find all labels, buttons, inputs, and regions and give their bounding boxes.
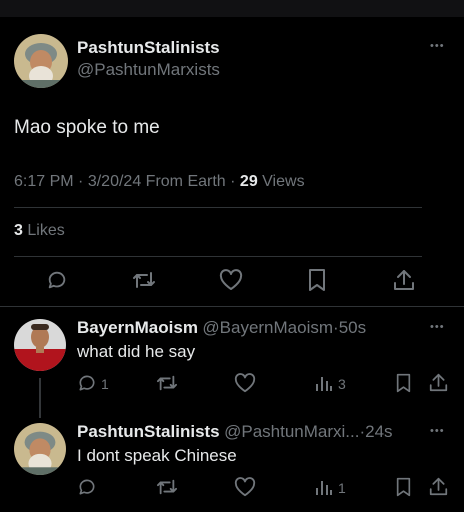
retweet-icon[interactable]: [156, 373, 178, 393]
likes-summary[interactable]: 3 Likes: [14, 222, 65, 240]
reply-icon[interactable]: [77, 373, 97, 393]
author-name[interactable]: PashtunStalinists: [77, 422, 220, 441]
retweet-icon[interactable]: [156, 477, 178, 497]
author-handle[interactable]: @BayernMaoism: [202, 318, 333, 337]
thread-line: [39, 378, 41, 418]
like-icon[interactable]: [219, 269, 243, 291]
retweet-icon[interactable]: [132, 269, 156, 291]
views-count: 3: [338, 376, 346, 392]
reply-text: I dont speak Chinese: [77, 446, 237, 465]
tweet-time: 6:17 PM: [14, 173, 74, 190]
views-count: 1: [338, 480, 346, 496]
avatar[interactable]: [14, 34, 68, 88]
likes-label: Likes: [27, 222, 65, 239]
views-count: 29: [239, 173, 258, 190]
divider: [0, 306, 464, 307]
tweet-date[interactable]: 3/20/24: [88, 173, 141, 190]
share-icon[interactable]: [393, 268, 415, 292]
like-icon[interactable]: [234, 477, 256, 497]
bookmark-icon[interactable]: [307, 268, 327, 292]
bookmark-icon[interactable]: [395, 373, 412, 393]
author-name[interactable]: BayernMaoism: [77, 318, 198, 337]
more-icon[interactable]: •••: [430, 322, 445, 333]
likes-count: 3: [14, 222, 23, 239]
time-ago[interactable]: ·50s: [333, 318, 366, 337]
separator: ·: [230, 173, 236, 190]
more-icon[interactable]: •••: [430, 426, 445, 437]
reply-icon[interactable]: [77, 477, 97, 497]
more-icon[interactable]: •••: [430, 41, 445, 52]
reply-count: 1: [101, 376, 109, 392]
separator: ·: [78, 173, 84, 190]
tweet-meta: 6:17 PM · 3/20/24 From Earth · 29 Views: [14, 173, 305, 191]
avatar[interactable]: [14, 423, 66, 475]
top-bar: [0, 0, 464, 17]
reply-header: PashtunStalinists @PashtunMarxi...·24s: [77, 422, 393, 442]
bookmark-icon[interactable]: [395, 477, 412, 497]
views-icon[interactable]: [315, 478, 333, 496]
reply-icon[interactable]: [46, 269, 68, 291]
tweet-text: Mao spoke to me: [14, 117, 160, 138]
author-handle[interactable]: @PashtunMarxists: [77, 60, 220, 80]
views-icon[interactable]: [315, 374, 333, 392]
author-name[interactable]: PashtunStalinists: [77, 38, 220, 58]
divider: [14, 207, 422, 208]
time-ago[interactable]: ·24s: [359, 422, 392, 441]
author-handle[interactable]: @PashtunMarxi...: [224, 422, 359, 441]
avatar[interactable]: [14, 319, 66, 371]
views-label: Views: [262, 173, 305, 190]
share-icon[interactable]: [429, 372, 448, 393]
reply-text: what did he say: [77, 342, 196, 361]
tweet-location: From Earth: [145, 173, 226, 190]
share-icon[interactable]: [429, 476, 448, 497]
divider: [14, 256, 422, 257]
like-icon[interactable]: [234, 373, 256, 393]
reply-header: BayernMaoism @BayernMaoism·50s: [77, 318, 366, 338]
